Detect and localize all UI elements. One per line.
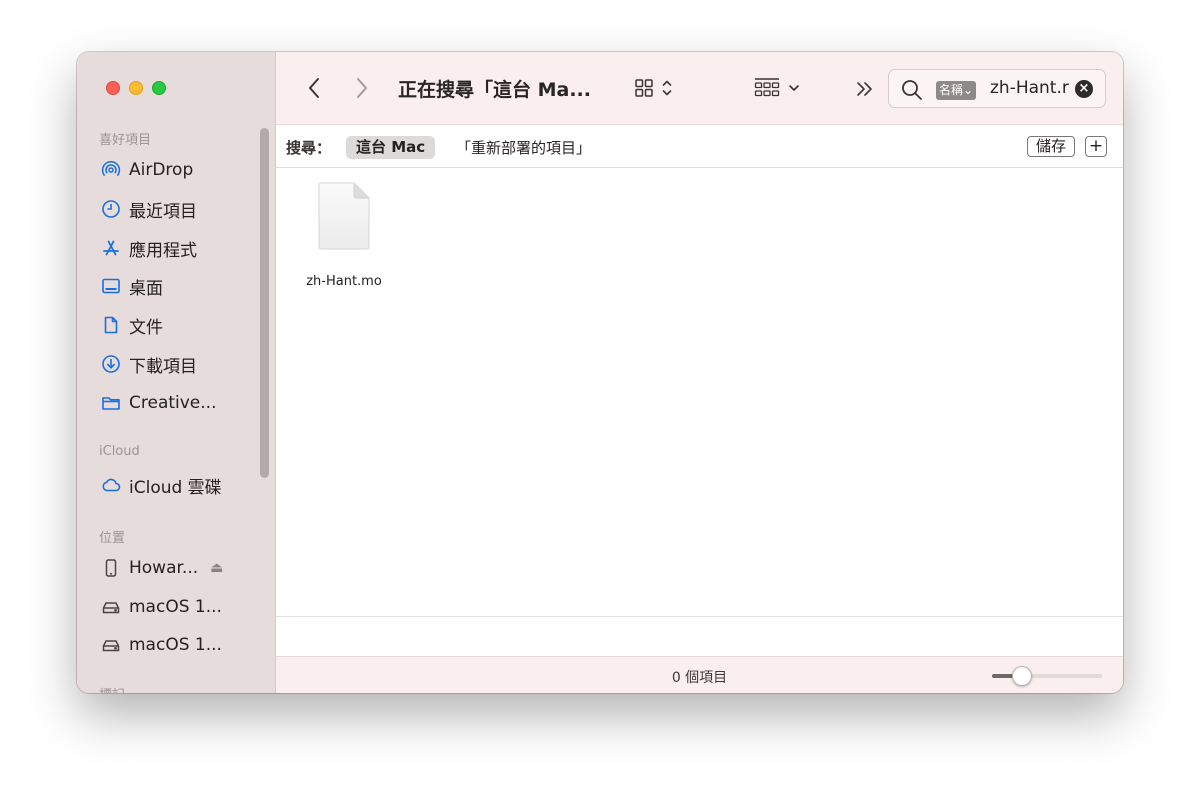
sidebar-item-macos-disk-2[interactable]: macOS 1...: [101, 632, 222, 658]
download-icon: [102, 355, 120, 373]
scope-relocated-items[interactable]: 「重新部署的項目」: [456, 137, 591, 158]
back-button[interactable]: [304, 76, 324, 100]
sidebar-item-label: AirDrop: [129, 160, 194, 180]
search-icon: [902, 80, 922, 100]
sidebar-item-label: 應用程式: [129, 240, 197, 261]
icon-grid-icon: [635, 79, 653, 97]
clock-icon: [102, 200, 120, 218]
minimize-button[interactable]: [129, 81, 143, 95]
sidebar-item-label: iCloud 雲碟: [129, 477, 222, 498]
sidebar-item-label: macOS 1...: [129, 635, 222, 655]
sidebar-item-applications[interactable]: 應用程式: [101, 235, 197, 261]
sidebar-item-label: Howar...: [129, 558, 199, 578]
folder-icon: [102, 397, 120, 410]
slider-knob[interactable]: [1011, 666, 1032, 686]
toolbar: 正在搜尋「這台 Ma... 名稱⌄ zh-Hant.r ×: [276, 52, 1123, 125]
chevron-right-icon: [357, 78, 367, 98]
zoom-button[interactable]: [152, 81, 166, 95]
generic-file-icon: [318, 182, 370, 250]
sidebar-item-label: 下載項目: [129, 356, 197, 377]
search-token-name[interactable]: 名稱⌄: [936, 81, 977, 100]
disk-icon: [102, 602, 120, 614]
chevron-left-icon: [309, 78, 319, 98]
favorites-header: 喜好項目: [99, 133, 152, 148]
view-mode-button[interactable]: [630, 76, 676, 100]
sidebar: 喜好項目 AirDrop 最近項目 應用程式 桌面 文件 下載項目 Creati…: [77, 52, 276, 693]
eject-icon[interactable]: ⏏: [210, 560, 223, 576]
sidebar-item-airdrop[interactable]: AirDrop: [101, 157, 193, 183]
sidebar-item-label: Creative...: [129, 393, 217, 413]
finder-window: 喜好項目 AirDrop 最近項目 應用程式 桌面 文件 下載項目 Creati…: [77, 52, 1123, 693]
applications-icon: [103, 240, 119, 256]
sidebar-item-downloads[interactable]: 下載項目: [101, 351, 197, 377]
window-controls: [106, 81, 166, 95]
icloud-header: iCloud: [99, 444, 140, 459]
locations-header: 位置: [99, 531, 126, 546]
search-input[interactable]: zh-Hant.r: [990, 78, 1072, 98]
clear-search-icon[interactable]: ×: [1075, 80, 1093, 98]
sidebar-item-label: 桌面: [129, 278, 163, 299]
add-criteria-button[interactable]: +: [1085, 136, 1107, 157]
chevron-updown-icon: [662, 80, 672, 96]
group-button[interactable]: [752, 76, 802, 100]
cloud-icon: [102, 478, 121, 492]
document-icon: [104, 316, 118, 334]
sidebar-item-label: 最近項目: [129, 201, 197, 222]
airdrop-icon: [101, 161, 121, 177]
path-bar: [276, 616, 1123, 656]
sidebar-item-iphone[interactable]: Howar... ⏏: [101, 555, 223, 581]
save-search-button[interactable]: 儲存: [1027, 136, 1076, 157]
sidebar-scrollbar[interactable]: [260, 128, 269, 478]
sidebar-item-recents[interactable]: 最近項目: [101, 196, 197, 222]
close-button[interactable]: [106, 81, 120, 95]
results-area: zh-Hant.mo: [276, 169, 1123, 616]
iphone-icon: [105, 559, 117, 577]
sidebar-item-label: 文件: [129, 317, 163, 338]
group-grid-icon: [754, 78, 780, 97]
scope-this-mac[interactable]: 這台 Mac: [346, 136, 436, 159]
scope-label: 搜尋：: [286, 139, 332, 157]
desktop-icon: [102, 278, 120, 294]
search-scope-bar: 搜尋： 這台 Mac 「重新部署的項目」 儲存 +: [276, 125, 1123, 168]
window-title: 正在搜尋「這台 Ma...: [398, 79, 591, 101]
chevron-down-icon: [789, 85, 799, 91]
sidebar-item-documents[interactable]: 文件: [101, 312, 163, 338]
sidebar-item-desktop[interactable]: 桌面: [101, 273, 163, 299]
disk-icon: [102, 640, 120, 652]
status-bar: 0 個項目: [276, 656, 1123, 693]
file-name: zh-Hant.mo: [306, 274, 382, 289]
forward-button[interactable]: [352, 76, 372, 100]
sidebar-item-icloud-drive[interactable]: iCloud 雲碟: [101, 472, 222, 498]
search-field[interactable]: 名稱⌄ zh-Hant.r ×: [888, 69, 1106, 108]
tags-header: 標記: [99, 684, 125, 693]
icon-size-slider[interactable]: [992, 666, 1102, 686]
sidebar-item-label: macOS 1...: [129, 597, 222, 617]
sidebar-item-creative[interactable]: Creative...: [101, 390, 216, 416]
sidebar-item-macos-disk-1[interactable]: macOS 1...: [101, 594, 222, 620]
double-chevron-right-icon: [857, 82, 872, 96]
toolbar-overflow-button[interactable]: [854, 78, 876, 100]
